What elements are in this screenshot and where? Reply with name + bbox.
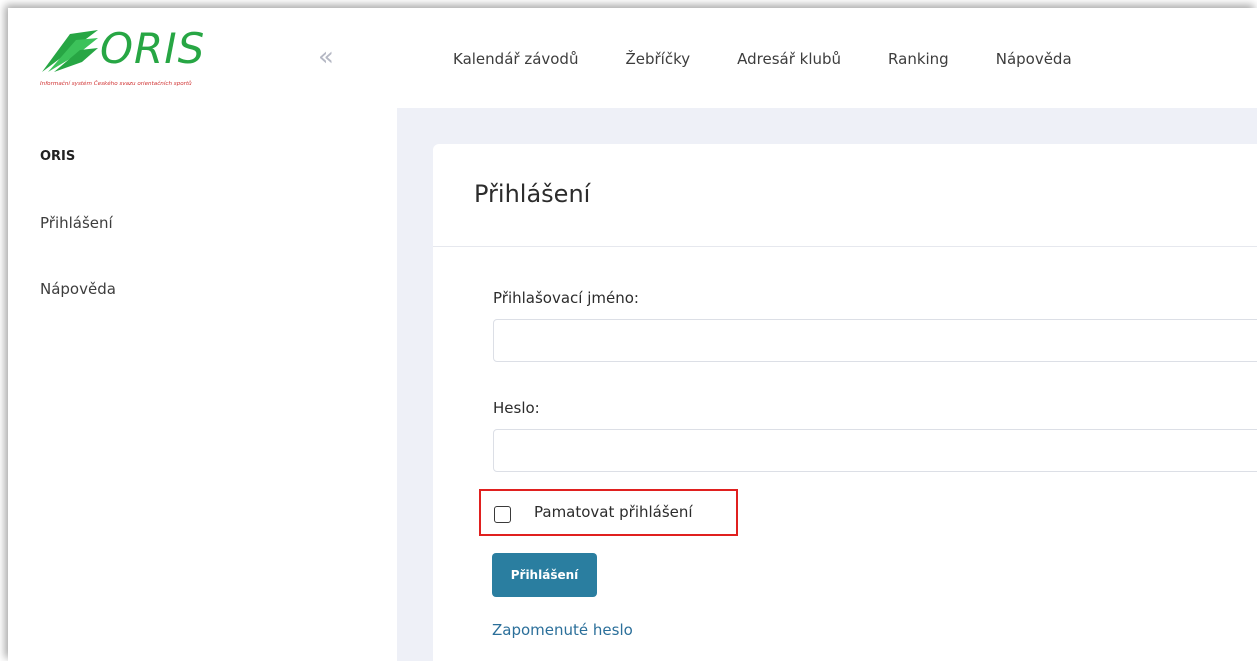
logo-tagline: Informační systém Českého svazu orientač… — [40, 81, 192, 87]
nav-help[interactable]: Nápověda — [996, 50, 1072, 68]
page-title: Přihlášení — [474, 180, 591, 208]
top-nav: Kalendář závodů Žebříčky Adresář klubů R… — [453, 50, 1119, 68]
login-button[interactable]: Přihlášení — [492, 553, 597, 597]
password-input[interactable] — [493, 429, 1257, 472]
double-chevron-left-icon[interactable]: « — [318, 44, 334, 70]
nav-rankings-ladder[interactable]: Žebříčky — [625, 50, 690, 68]
remember-checkbox[interactable] — [494, 506, 511, 523]
remember-label[interactable]: Pamatovat přihlášení — [534, 503, 693, 521]
sidebar: ORIS Informační systém Českého svazu ori… — [8, 8, 397, 661]
sidebar-item-help[interactable]: Nápověda — [40, 280, 116, 298]
nav-calendar[interactable]: Kalendář závodů — [453, 50, 578, 68]
oris-logo[interactable]: ORIS Informační systém Českého svazu ori… — [40, 22, 250, 92]
card-header: Přihlášení — [433, 144, 1257, 247]
sidebar-nav: ORIS Přihlášení Nápověda — [40, 148, 116, 346]
login-card: Přihlášení Přihlašovací jméno: Heslo: Pa… — [433, 144, 1257, 661]
top-navbar: Kalendář závodů Žebříčky Adresář klubů R… — [397, 8, 1257, 108]
forgot-password-link[interactable]: Zapomenuté heslo — [492, 621, 633, 639]
password-label: Heslo: — [493, 399, 540, 417]
sidebar-item-oris[interactable]: ORIS — [40, 148, 116, 166]
nav-ranking[interactable]: Ranking — [888, 50, 949, 68]
remember-highlight-box: Pamatovat přihlášení — [479, 489, 738, 536]
username-input[interactable] — [493, 319, 1257, 362]
oris-swoosh-icon — [42, 30, 98, 72]
app-window: ORIS Informační systém Českého svazu ori… — [8, 8, 1257, 661]
logo-wordmark: ORIS — [100, 24, 206, 73]
sidebar-item-login[interactable]: Přihlášení — [40, 214, 116, 232]
username-label: Přihlašovací jméno: — [493, 289, 639, 307]
nav-club-directory[interactable]: Adresář klubů — [737, 50, 841, 68]
